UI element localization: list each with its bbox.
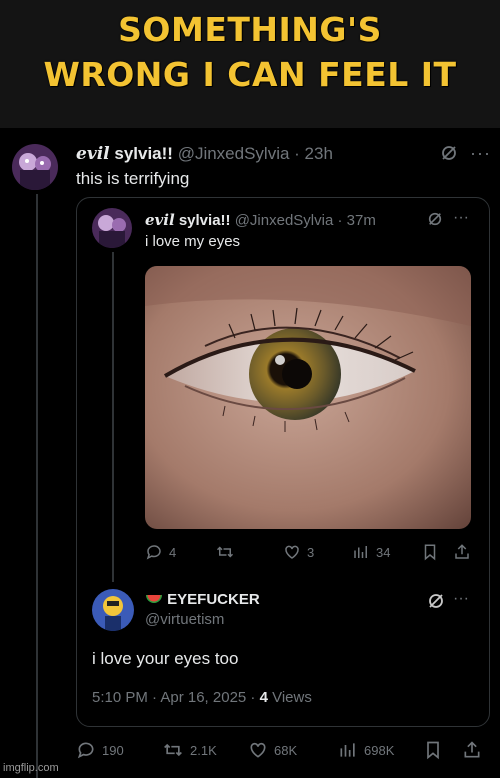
- reply-tweet-views-count: 4: [259, 689, 268, 706]
- reply-tweet-text: i love your eyes too: [92, 649, 239, 668]
- watermelon-icon: [146, 595, 162, 604]
- quoted-tweet-header: evil sylvia!! @JinxedSylvia · 37m: [145, 211, 376, 229]
- like-icon: [250, 742, 266, 758]
- reply-tweet-more-icon[interactable]: ···: [453, 590, 469, 608]
- reply-tweet-header: EYEFUCKER: [145, 591, 260, 608]
- quoted-thread-line: [112, 252, 114, 582]
- quoted-tweet-avatar[interactable]: [92, 208, 132, 248]
- quoted-tweet-author-name[interactable]: evil sylvia!!: [145, 211, 231, 229]
- imgflip-watermark: imgflip.com: [3, 762, 59, 774]
- main-tweet-more-icon[interactable]: ···: [470, 143, 491, 164]
- meme-caption-panel: SOMETHING'S WRONG I CAN FEEL IT: [0, 0, 500, 128]
- views-icon: [340, 743, 355, 757]
- quoted-reply-button[interactable]: 4: [145, 543, 176, 561]
- views-icon: [354, 546, 367, 558]
- quoted-bookmark-icon[interactable]: [422, 543, 438, 561]
- reply-tweet-slash-circle-icon[interactable]: [427, 592, 445, 610]
- meme-caption-line-2: WRONG I CAN FEEL IT: [43, 55, 457, 94]
- thread-connector-line: [36, 194, 38, 778]
- main-tweet-text: this is terrifying: [76, 169, 190, 188]
- main-retweet-button[interactable]: 2.1K: [162, 740, 217, 760]
- main-share-icon[interactable]: [462, 739, 482, 761]
- quoted-tweet-handle[interactable]: @JinxedSylvia: [235, 212, 334, 229]
- main-tweet-author-name[interactable]: evil sylvia!!: [76, 144, 173, 164]
- main-reply-button[interactable]: 190: [76, 740, 124, 760]
- eye-photo[interactable]: [145, 266, 471, 529]
- quoted-tweet-time[interactable]: 37m: [347, 212, 376, 229]
- reply-tweet-author-name[interactable]: EYEFUCKER: [167, 591, 260, 608]
- meme-caption-line-1: SOMETHING'S: [118, 10, 382, 49]
- main-tweet-header: evil sylvia!! @JinxedSylvia · 23h: [76, 144, 333, 164]
- quoted-tweet-text: i love my eyes: [145, 233, 241, 250]
- main-like-button[interactable]: 68K: [248, 740, 297, 760]
- main-tweet-slash-circle-icon[interactable]: [440, 144, 458, 162]
- main-tweet-time[interactable]: 23h: [305, 144, 333, 163]
- retweet-icon: [164, 743, 182, 757]
- reply-icon: [146, 545, 161, 560]
- reply-tweet-meta: 5:10 PM · Apr 16, 2025 · 4 Views: [92, 689, 312, 706]
- quoted-tweet-more-icon[interactable]: ···: [453, 209, 469, 227]
- main-bookmark-icon[interactable]: [424, 740, 442, 760]
- quoted-retweet-button[interactable]: [215, 543, 241, 561]
- quoted-views-button[interactable]: 34: [352, 543, 390, 561]
- reply-tweet-views-label: Views: [267, 689, 312, 706]
- main-tweet-avatar[interactable]: [12, 144, 58, 190]
- reply-icon: [77, 742, 94, 759]
- reply-tweet-avatar[interactable]: [92, 589, 134, 631]
- main-tweet-handle[interactable]: @JinxedSylvia: [178, 144, 290, 163]
- reply-tweet-handle[interactable]: @virtuetism: [145, 611, 224, 628]
- quoted-like-button[interactable]: 3: [283, 543, 314, 561]
- reply-tweet-timestamp[interactable]: 5:10 PM · Apr 16, 2025 ·: [92, 689, 260, 706]
- main-views-button[interactable]: 698K: [338, 740, 394, 760]
- retweet-icon: [216, 546, 234, 558]
- like-icon: [285, 545, 299, 559]
- quoted-share-icon[interactable]: [453, 542, 471, 562]
- quoted-tweet-slash-circle-icon[interactable]: [427, 211, 443, 227]
